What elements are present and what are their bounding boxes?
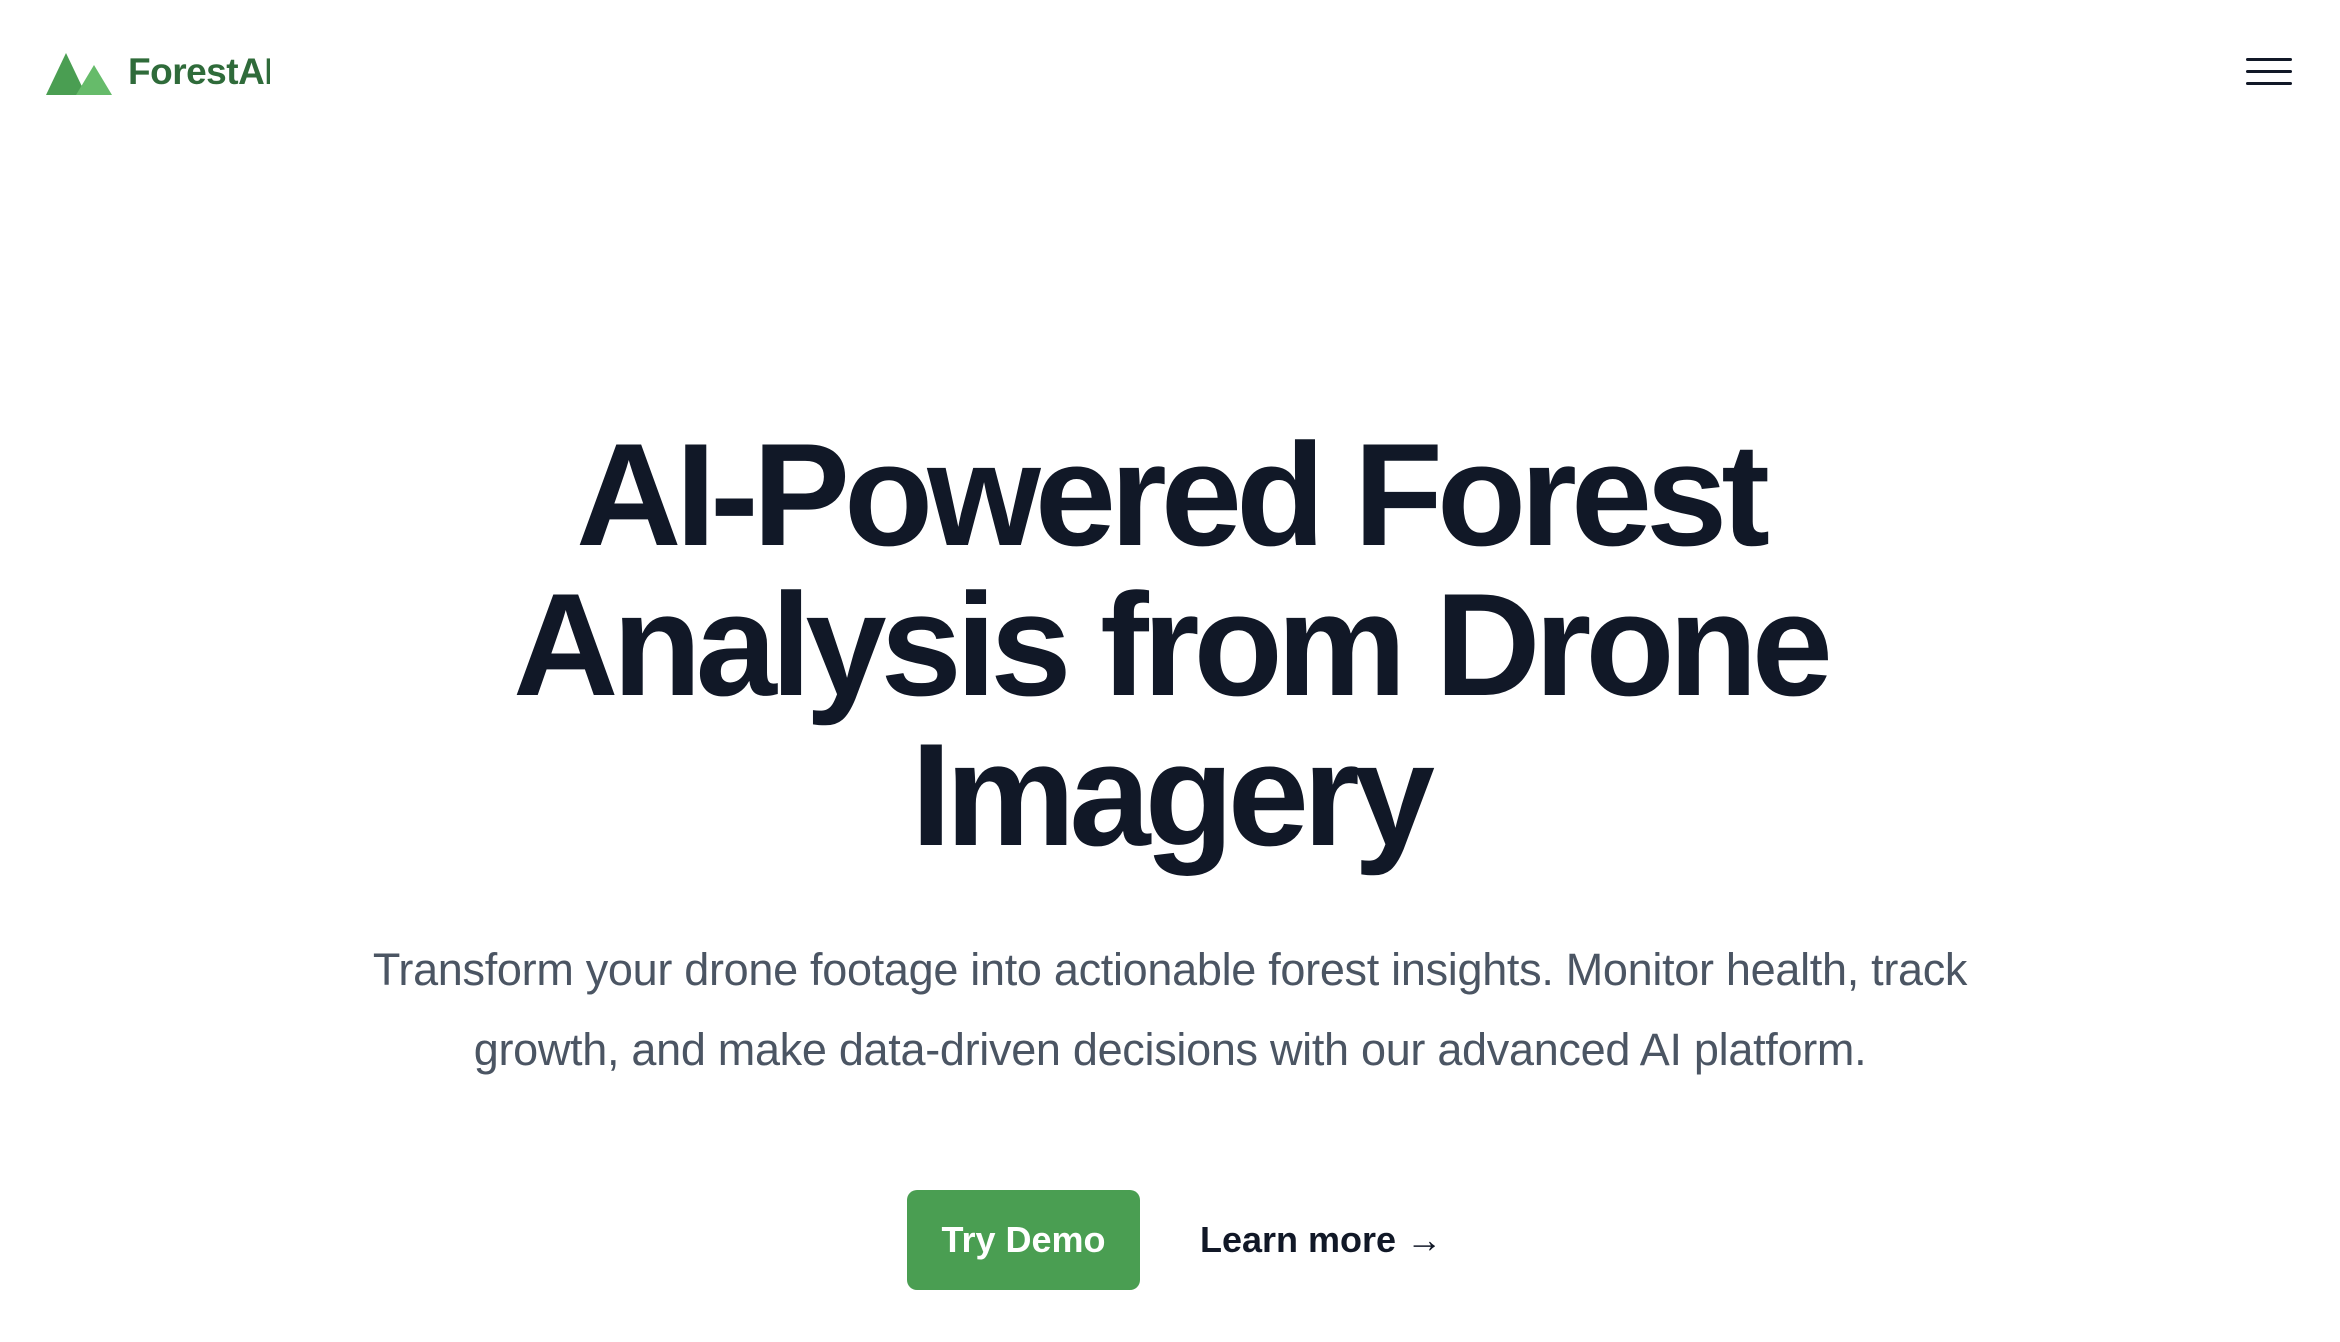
menu-line — [2246, 82, 2292, 85]
menu-line — [2246, 70, 2292, 73]
hamburger-menu-icon[interactable] — [2244, 52, 2294, 92]
brand-logo-link[interactable]: ForestAI — [46, 48, 270, 96]
learn-more-label: Learn more — [1200, 1219, 1397, 1260]
hero-title: AI-Powered Forest Analysis from Drone Im… — [513, 413, 1833, 876]
learn-more-link[interactable]: Learn more → — [1200, 1190, 1442, 1290]
site-header: ForestAI — [0, 0, 2340, 144]
hero-subtitle: Transform your drone footage into action… — [372, 944, 1968, 1075]
landing-page: ForestAI AI-Powered Forest Analysis from… — [0, 0, 2340, 1342]
try-demo-button[interactable]: Try Demo — [907, 1190, 1140, 1290]
menu-line — [2246, 58, 2292, 61]
arrow-right-icon: → — [1406, 1219, 1443, 1260]
mountain-trees-icon — [46, 53, 112, 95]
cta-row: Try Demo Learn more → — [0, 1190, 2340, 1290]
brand-name: ForestAI — [128, 51, 270, 92]
